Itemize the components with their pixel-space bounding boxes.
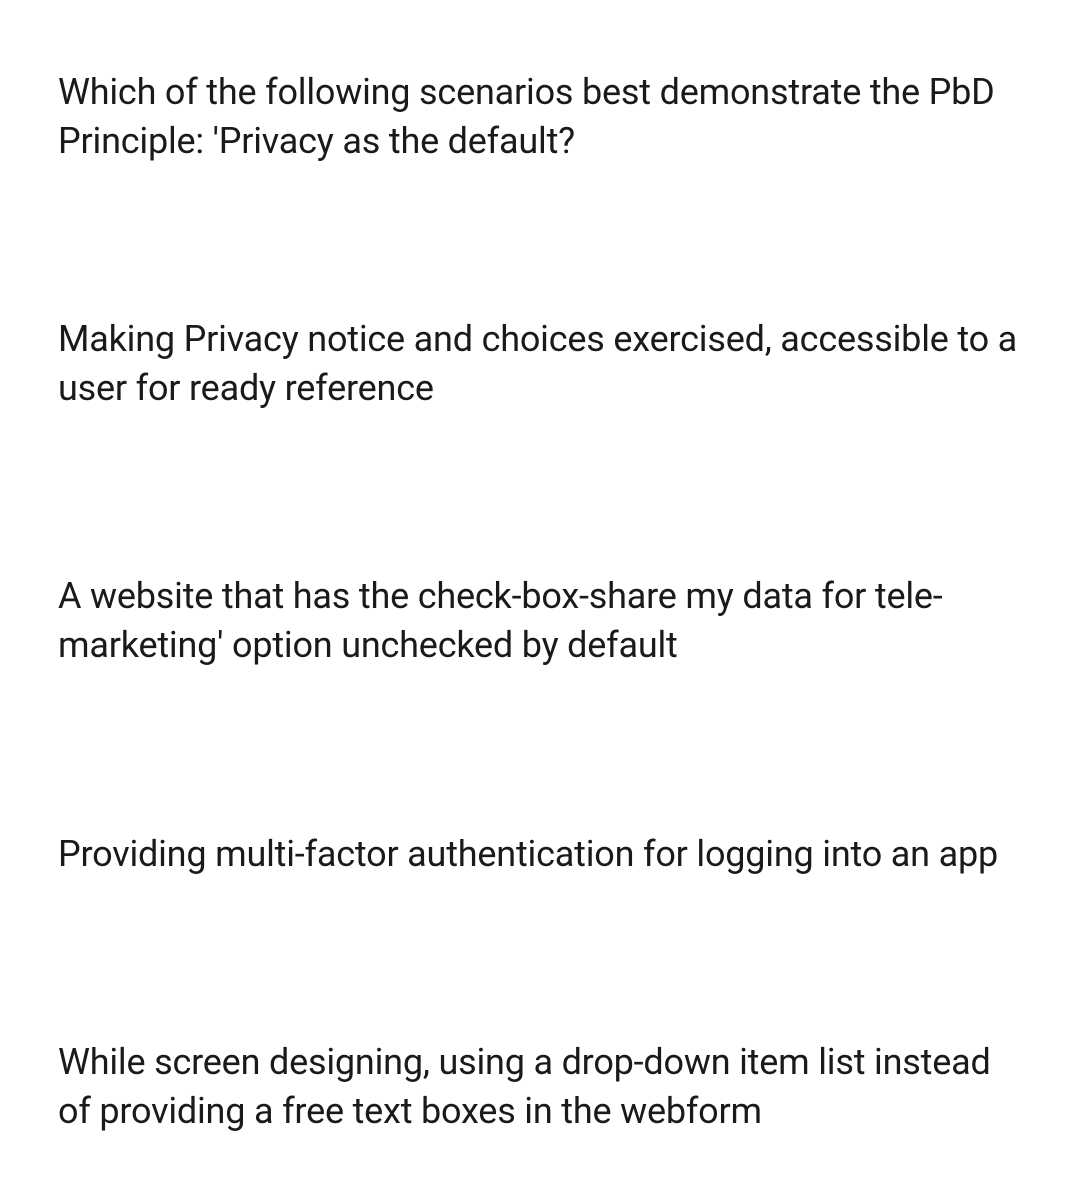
option-4: While screen designing, using a drop-dow… xyxy=(58,1038,1022,1135)
option-1: Making Privacy notice and choices exerci… xyxy=(58,315,1022,412)
question-text: Which of the following scenarios best de… xyxy=(58,68,1022,165)
option-3: Providing multi-factor authentication fo… xyxy=(58,830,1022,879)
option-2: A website that has the check-box-share m… xyxy=(58,572,1022,669)
question-page: Which of the following scenarios best de… xyxy=(0,0,1080,1175)
